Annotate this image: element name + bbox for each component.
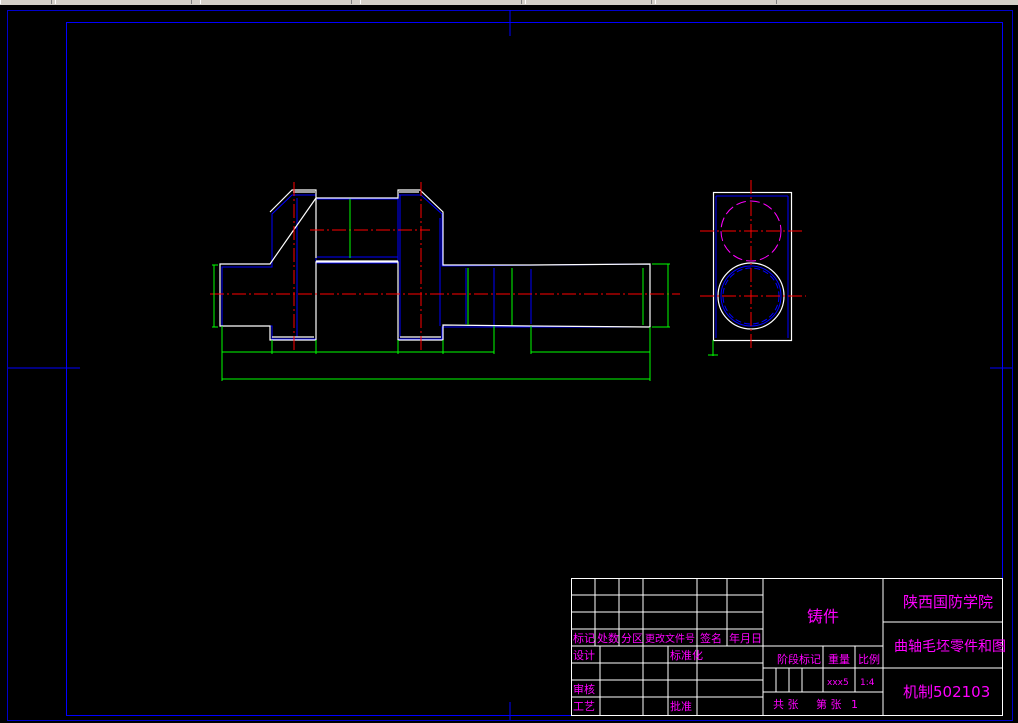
toolbar-segment[interactable] bbox=[200, 0, 352, 4]
header-change-doc: 更改文件号 bbox=[645, 632, 695, 645]
weight-label: 重量 bbox=[828, 652, 850, 666]
drawing-number: 机制502103 bbox=[903, 683, 990, 701]
toolbar-segment[interactable] bbox=[655, 0, 777, 4]
header-signature: 签名 bbox=[700, 631, 722, 645]
drawing-background bbox=[0, 5, 1018, 723]
toolbar-segment[interactable] bbox=[360, 0, 522, 4]
header-date: 年月日 bbox=[729, 631, 762, 645]
header-count: 处数 bbox=[597, 632, 619, 645]
role-design: 设计 bbox=[573, 649, 595, 662]
sheet-current: 第 张 bbox=[816, 697, 842, 711]
toolbar-segment[interactable] bbox=[55, 0, 192, 4]
stage-mark-label: 阶段标记 bbox=[777, 652, 821, 666]
drawing-canvas[interactable]: 标记 处数 分区 更改文件号 签名 年月日 设计 标准化 审核 工艺 批准 阶段… bbox=[0, 5, 1018, 723]
sheet-number: 1 bbox=[851, 698, 858, 711]
drawing-title: 曲轴毛坯零件和图 bbox=[894, 639, 1006, 655]
role-review: 审核 bbox=[573, 682, 595, 696]
header-zone: 分区 bbox=[621, 632, 643, 645]
role-process: 工艺 bbox=[573, 700, 595, 713]
toolbar-segment[interactable] bbox=[0, 0, 52, 4]
sheets-total: 共 张 bbox=[773, 698, 799, 711]
scale-label: 比例 bbox=[858, 652, 880, 666]
header-mark: 标记 bbox=[573, 631, 595, 645]
material-label: 铸件 bbox=[807, 607, 839, 626]
scale-value: 1:4 bbox=[860, 678, 875, 688]
weight-value: xxx5 bbox=[827, 678, 849, 688]
role-standardize: 标准化 bbox=[670, 648, 703, 662]
role-approve: 批准 bbox=[670, 699, 692, 713]
toolbar-segment[interactable] bbox=[525, 0, 652, 4]
school-name: 陕西国防学院 bbox=[903, 593, 993, 611]
